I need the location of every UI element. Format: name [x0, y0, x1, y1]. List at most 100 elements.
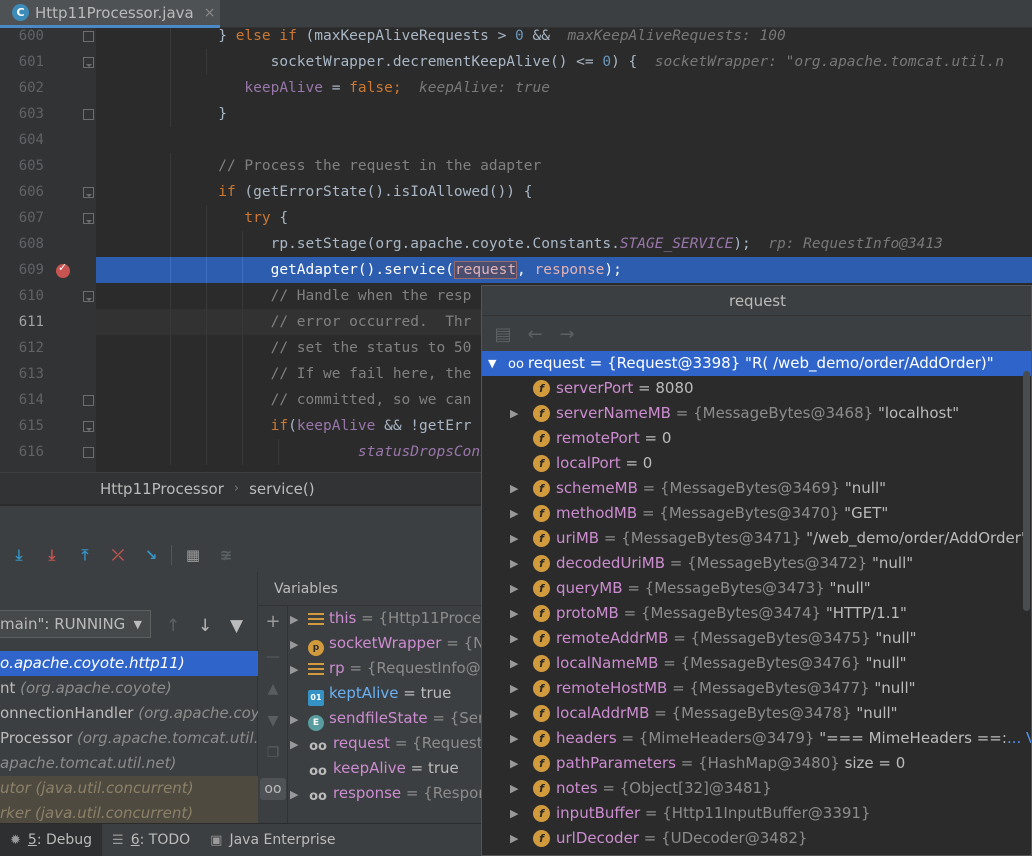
tree-field-row[interactable]: ▶ f schemeMB = {MessageBytes@3469} "null" — [482, 476, 1031, 501]
tree-field-row[interactable]: ▶ f localAddrMB = {MessageBytes@3478} "nu… — [482, 701, 1031, 726]
variables-panel: Variables + — ▲ ▼ ❐ oo ▶ this = {Http11Pr… — [258, 572, 482, 824]
fold-marker-icon[interactable] — [83, 31, 94, 42]
close-tab-icon[interactable]: × — [204, 5, 216, 21]
tree-field-row[interactable]: ▶ f protoMB = {MessageBytes@3474} "HTTP/1… — [482, 601, 1031, 626]
popup-scrollbar[interactable] — [1023, 371, 1030, 611]
code-line-601[interactable]: socketWrapper.decrementKeepAlive() <= 0)… — [96, 49, 1032, 75]
code-line-602[interactable]: keepAlive = false; keepAlive: true — [96, 75, 1032, 101]
variable-row[interactable]: ▶ p socketWrapper = {N — [290, 631, 482, 656]
code-line-606[interactable]: if (getErrorState().isIoAllowed()) { — [96, 179, 1032, 205]
move-down-icon[interactable]: ▼ — [262, 710, 284, 732]
forward-arrow-icon[interactable]: → — [556, 324, 578, 345]
tree-field-row[interactable]: ▶ f urlDecoder = {UDecoder@3482} — [482, 826, 1031, 851]
tree-field-row[interactable]: ▶ f remoteAddrMB = {MessageBytes@3475} "n… — [482, 626, 1031, 651]
expand-toggle-icon: ▶ — [510, 607, 519, 620]
thread-selector[interactable]: main": RUNNING ▼ — [0, 610, 151, 638]
back-arrow-icon[interactable]: ← — [524, 324, 546, 345]
view-link[interactable]: ... View — [1007, 729, 1031, 747]
show-watches-icon[interactable]: oo — [260, 778, 286, 800]
move-up-icon[interactable]: ▲ — [262, 678, 284, 700]
folder-icon[interactable]: ▤ — [492, 324, 514, 345]
tree-field-row[interactable]: ▶ f pathParameters = {HashMap@3480} size … — [482, 751, 1031, 776]
tree-field-row[interactable]: ▶ f localNameMB = {MessageBytes@3476} "nu… — [482, 651, 1031, 676]
fold-marker-icon[interactable] — [83, 447, 94, 458]
trace-icon[interactable]: ≆ — [213, 543, 239, 567]
debug-tool-window: ⤓ ⤓ ⤒ ⤫ ↘ ▦ ≆ main": RUNNING ▼ ↑ ↓ ▼ o.a… — [0, 505, 482, 826]
tree-root-request[interactable]: ▼ oo request = {Request@3398} "R( /web_de… — [482, 351, 1031, 376]
code-line-607[interactable]: try { — [96, 205, 1032, 231]
fold-marker-icon[interactable] — [83, 57, 94, 68]
drop-frame-icon[interactable]: ⤫ — [105, 543, 131, 567]
variable-row[interactable]: ▶ oo response = {Respon — [290, 781, 482, 806]
copy-icon[interactable]: ❐ — [262, 742, 284, 764]
variable-row[interactable]: oo keepAlive = true — [290, 756, 482, 781]
breadcrumb-class[interactable]: Http11Processor — [100, 480, 224, 498]
code-line-608[interactable]: rp.setStage(org.apache.coyote.Constants.… — [96, 231, 1032, 257]
fold-marker-icon[interactable] — [83, 213, 94, 224]
step-into-icon[interactable]: ⤓ — [6, 543, 32, 567]
stack-frame[interactable]: nt (org.apache.coyote) — [0, 676, 258, 701]
fold-marker-icon[interactable] — [83, 187, 94, 198]
remove-watch-icon[interactable]: — — [262, 646, 284, 668]
fold-marker-icon[interactable] — [83, 291, 94, 302]
object-tree[interactable]: ▼ oo request = {Request@3398} "R( /web_de… — [482, 351, 1031, 855]
field-icon: f — [533, 555, 550, 572]
breadcrumb-method[interactable]: service() — [249, 480, 314, 498]
tree-field-row[interactable]: ▶ f uriMB = {MessageBytes@3471} "/web_dem… — [482, 526, 1031, 551]
variable-row[interactable]: ▶oorequest = {Requeste — [290, 731, 482, 756]
expand-toggle-icon: ▶ — [510, 782, 519, 795]
code-line-605[interactable]: // Process the request in the adapter — [96, 153, 1032, 179]
tree-field-row[interactable]: ▶ f notes = {Object[32]@3481} — [482, 776, 1031, 801]
fold-marker-icon[interactable] — [83, 395, 94, 406]
stack-frame[interactable]: o.apache.coyote.http11) — [0, 651, 258, 676]
variable-row[interactable]: ▶ this = {Http11Proce — [290, 606, 482, 631]
variable-row[interactable]: ▶ rp = {RequestInfo@ — [290, 656, 482, 681]
step-out-icon[interactable]: ⤒ — [72, 543, 98, 567]
debug-tool-tab[interactable]: ✹ 5: Debug — [0, 824, 103, 856]
code-line-600[interactable]: } else if (maxKeepAliveRequests > 0 && m… — [96, 28, 1032, 49]
variables-sidebar: + — ▲ ▼ ❐ oo — [258, 606, 288, 824]
run-to-cursor-icon[interactable]: ↘ — [138, 543, 164, 567]
tree-field-row[interactable]: ▶ f headers = {MimeHeaders@3479} "=== Mim… — [482, 726, 1031, 751]
expand-toggle-icon: ▶ — [510, 707, 519, 720]
breakpoint-icon[interactable] — [56, 261, 70, 278]
field-icon: f — [533, 405, 550, 422]
stack-frame[interactable]: apache.tomcat.util.net) — [0, 751, 258, 776]
line-number: 608 — [18, 236, 44, 252]
next-frame-icon[interactable]: ↓ — [198, 616, 212, 636]
expand-toggle-icon: ▶ — [510, 582, 519, 595]
tree-field-row[interactable]: ▶ f serverNameMB = {MessageBytes@3468} "l… — [482, 401, 1031, 426]
tree-field-row[interactable]: ▶ f queryMB = {MessageBytes@3473} "null" — [482, 576, 1031, 601]
editor-gutter[interactable]: 600 601 602 603 604 605 606 607 608 609 … — [0, 28, 96, 472]
tree-field-row[interactable]: ▶ f inputBuffer = {Http11InputBuffer@3391… — [482, 801, 1031, 826]
todo-tool-tab[interactable]: ☰ 6: TODO — [102, 824, 200, 856]
editor-tab-http11processor[interactable]: C Http11Processor.java × — [0, 0, 220, 28]
tree-field-row[interactable]: ▶ f remoteHostMB = {MessageBytes@3477} "n… — [482, 676, 1031, 701]
tree-field-row[interactable]: f remotePort = 0 — [482, 426, 1031, 451]
force-step-into-icon[interactable]: ⤓ — [39, 543, 65, 567]
java-enterprise-icon: ▣ — [210, 832, 223, 848]
expand-toggle-icon: ▶ — [510, 557, 519, 570]
previous-frame-icon[interactable]: ↑ — [166, 616, 180, 636]
evaluate-expression-icon[interactable]: ▦ — [180, 543, 206, 567]
fold-marker-icon[interactable] — [83, 421, 94, 432]
request-param-highlight[interactable]: request — [453, 261, 518, 279]
field-icon: f — [533, 380, 550, 397]
filter-icon[interactable]: ▼ — [230, 616, 243, 636]
toolbar-divider — [171, 545, 172, 565]
fold-marker-icon[interactable] — [83, 109, 94, 120]
tree-field-row[interactable]: ▶ f decodedUriMB = {MessageBytes@3472} "n… — [482, 551, 1031, 576]
execution-point-line[interactable]: getAdapter().service(request, response); — [96, 257, 1032, 283]
tree-field-row[interactable]: ▶ f methodMB = {MessageBytes@3470} "GET" — [482, 501, 1031, 526]
code-line-603[interactable]: } — [96, 101, 1032, 127]
line-number: 605 — [18, 158, 44, 174]
add-watch-icon[interactable]: + — [262, 610, 284, 632]
java-enterprise-tool-tab[interactable]: ▣ Java Enterprise — [200, 824, 345, 856]
tree-field-row[interactable]: f localPort = 0 — [482, 451, 1031, 476]
tree-field-row[interactable]: f serverPort = 8080 — [482, 376, 1031, 401]
stack-frame-library[interactable]: utor (java.util.concurrent) — [0, 776, 258, 801]
variable-row[interactable]: 01 keptAlive = true — [290, 681, 482, 706]
variable-row[interactable]: ▶ EsendfileState = {Ser — [290, 706, 482, 731]
stack-frame[interactable]: onnectionHandler (org.apache.coyo — [0, 701, 258, 726]
stack-frame[interactable]: Processor (org.apache.tomcat.util.n — [0, 726, 258, 751]
